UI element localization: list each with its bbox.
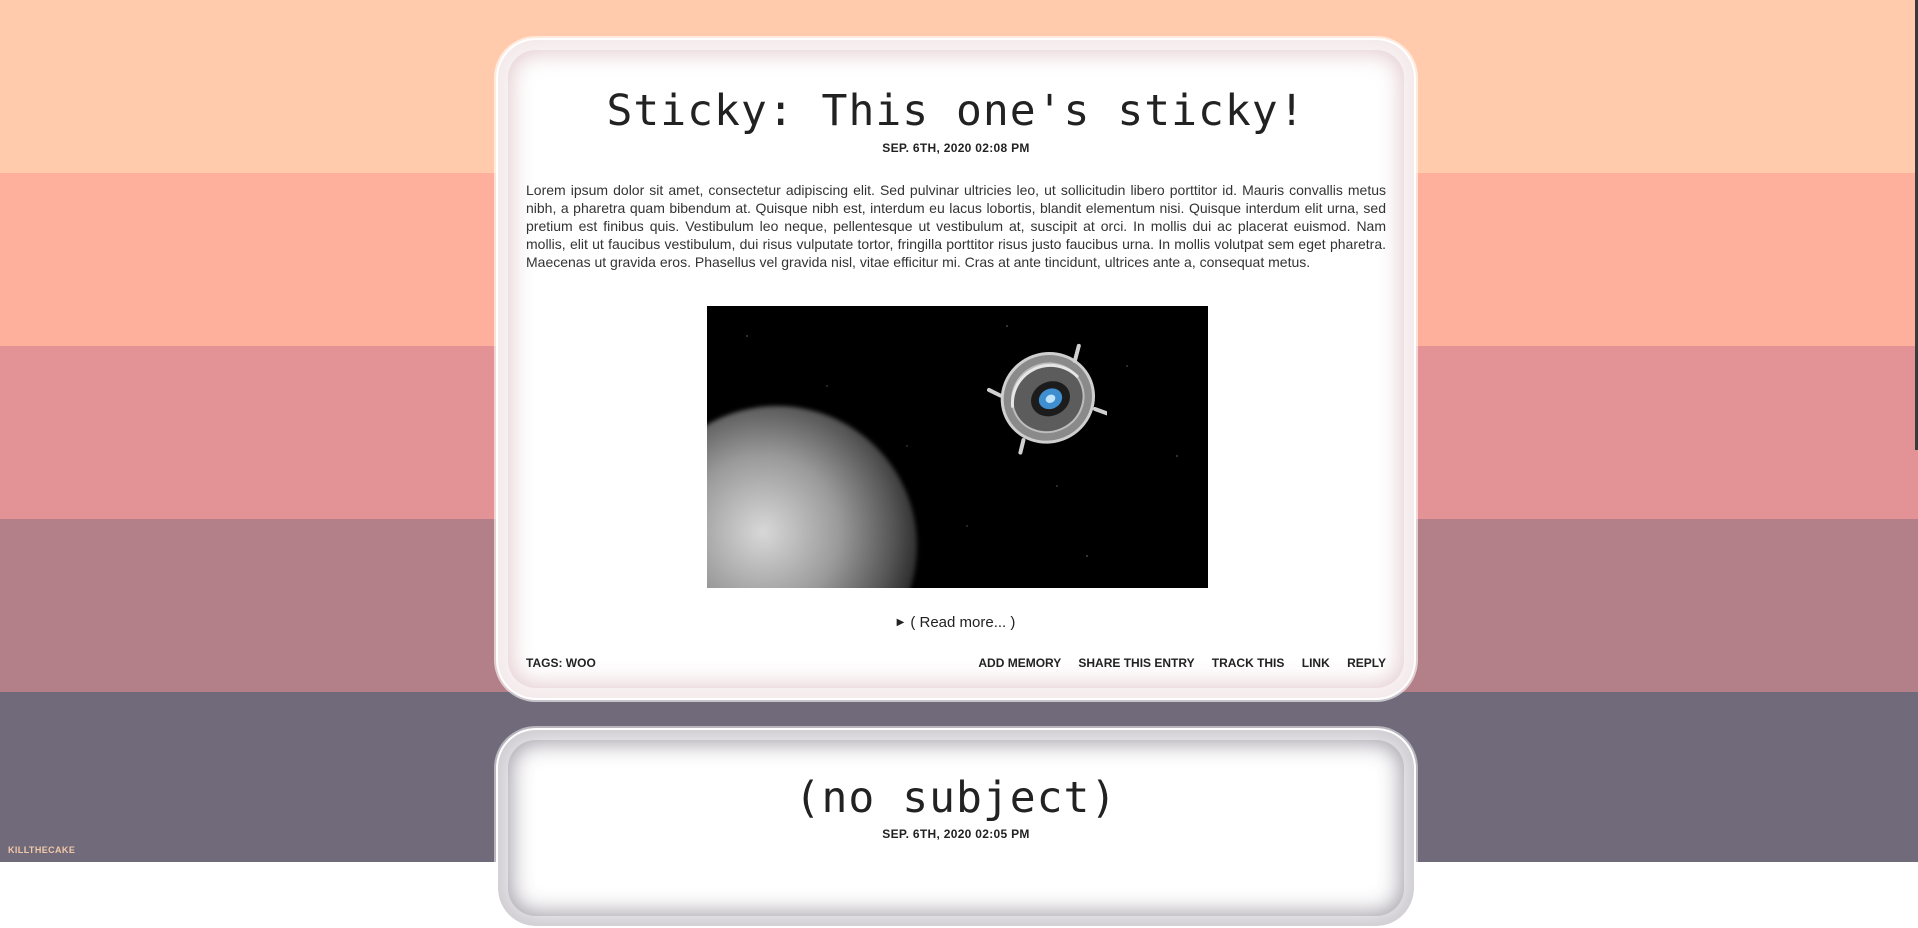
entry-date: SEP. 6TH, 2020 02:08 PM [882, 141, 1030, 155]
entry-body: Lorem ipsum dolor sit amet, consectetur … [526, 182, 1386, 270]
entry-title[interactable]: (no subject) [498, 773, 1414, 823]
entry-title[interactable]: Sticky: This one's sticky! [498, 86, 1414, 136]
add-memory-link[interactable]: ADD MEMORY [978, 656, 1061, 670]
entry-image [707, 306, 1208, 588]
entry-date: SEP. 6TH, 2020 02:05 PM [882, 827, 1030, 841]
share-entry-link[interactable]: SHARE THIS ENTRY [1078, 656, 1194, 670]
tags-label: TAGS: [526, 656, 563, 670]
link-link[interactable]: LINK [1302, 656, 1330, 670]
journal-entry: (no subject) SEP. 6TH, 2020 02:05 PM [496, 728, 1416, 928]
read-more-label: ( Read more... ) [910, 614, 1016, 631]
tag-link[interactable]: WOO [566, 656, 596, 670]
entry-actions: ADD MEMORY SHARE THIS ENTRY TRACK THIS L… [964, 656, 1386, 670]
reply-link[interactable]: REPLY [1347, 656, 1386, 670]
space-core-illustration [987, 343, 1107, 455]
triangle-right-icon: ▶ [896, 617, 905, 628]
tags: TAGS: WOO [526, 656, 596, 670]
track-this-link[interactable]: TRACK THIS [1212, 656, 1285, 670]
read-more-link[interactable]: ▶ ( Read more... ) [498, 614, 1414, 631]
journal-entry: Sticky: This one's sticky! SEP. 6TH, 202… [496, 38, 1416, 700]
journal-name[interactable]: KILLTHECAKE [8, 845, 75, 855]
